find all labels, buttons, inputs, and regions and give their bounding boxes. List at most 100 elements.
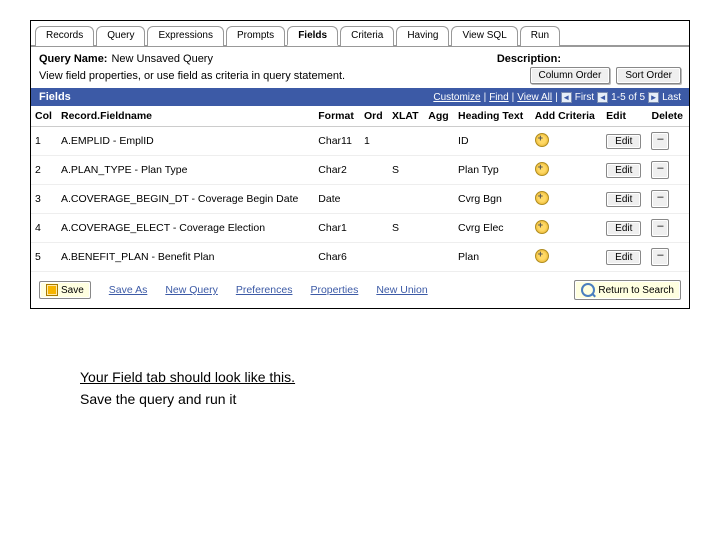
table-row: 3A.COVERAGE_BEGIN_DT - Coverage Begin Da… <box>31 185 689 214</box>
return-to-search-button[interactable]: Return to Search <box>574 280 681 300</box>
caption-line-1: Your Field tab should look like this. <box>80 369 295 385</box>
cell-xlat <box>388 243 424 272</box>
customize-link[interactable]: Customize <box>433 92 480 103</box>
cell-ord <box>360 243 388 272</box>
fields-section-header: Fields Customize | Find | View All | ◄ F… <box>31 88 689 106</box>
col-header-xlat: XLAT <box>388 106 424 127</box>
col-header-add-criteria: Add Criteria <box>531 106 602 127</box>
edit-button[interactable]: Edit <box>606 192 641 207</box>
tab-run[interactable]: Run <box>520 26 560 46</box>
table-row: 4A.COVERAGE_ELECT - Coverage ElectionCha… <box>31 214 689 243</box>
view-all-link[interactable]: View All <box>517 92 552 103</box>
col-header-heading: Heading Text <box>454 106 531 127</box>
nav-next-icon[interactable]: ► <box>648 92 659 103</box>
cell-format: Char6 <box>314 243 360 272</box>
find-link[interactable]: Find <box>489 92 508 103</box>
edit-button[interactable]: Edit <box>606 163 641 178</box>
delete-button[interactable]: – <box>651 248 669 266</box>
delete-button[interactable]: – <box>651 219 669 237</box>
tab-having[interactable]: Having <box>396 26 449 46</box>
tab-strip: RecordsQueryExpressionsPromptsFieldsCrit… <box>31 25 689 47</box>
save-as-link[interactable]: Save As <box>109 284 148 296</box>
save-button[interactable]: Save <box>39 281 91 299</box>
table-row: 1A.EMPLID - EmplIDChar111IDEdit– <box>31 127 689 156</box>
col-header-col: Col <box>31 106 57 127</box>
tab-expressions[interactable]: Expressions <box>147 26 223 46</box>
grid-toolbar: Customize | Find | View All | ◄ First ◄ … <box>433 92 681 103</box>
cell-fieldname: A.EMPLID - EmplID <box>57 127 314 156</box>
delete-button[interactable]: – <box>651 132 669 150</box>
cell-fieldname: A.COVERAGE_BEGIN_DT - Coverage Begin Dat… <box>57 185 314 214</box>
add-criteria-icon[interactable] <box>535 162 549 176</box>
cell-format: Char11 <box>314 127 360 156</box>
description-label: Description: <box>497 53 561 65</box>
tab-query[interactable]: Query <box>96 26 145 46</box>
cell-agg <box>424 243 454 272</box>
nav-prev-icon[interactable]: ◄ <box>597 92 608 103</box>
add-criteria-icon[interactable] <box>535 220 549 234</box>
cell-ord <box>360 156 388 185</box>
grid-header-row: Col Record.Fieldname Format Ord XLAT Agg… <box>31 106 689 127</box>
tab-criteria[interactable]: Criteria <box>340 26 394 46</box>
edit-button[interactable]: Edit <box>606 221 641 236</box>
delete-button[interactable]: – <box>651 161 669 179</box>
edit-button[interactable]: Edit <box>606 250 641 265</box>
new-query-link[interactable]: New Query <box>165 284 218 296</box>
nav-first-label[interactable]: First <box>575 92 594 103</box>
preferences-link[interactable]: Preferences <box>236 284 293 296</box>
instruction-text: View field properties, or use field as c… <box>31 68 522 88</box>
save-label: Save <box>61 285 84 296</box>
cell-xlat <box>388 127 424 156</box>
cell-format: Char2 <box>314 156 360 185</box>
cell-heading: Cvrg Elec <box>454 214 531 243</box>
table-row: 2A.PLAN_TYPE - Plan TypeChar2SPlan TypEd… <box>31 156 689 185</box>
col-header-fieldname: Record.Fieldname <box>57 106 314 127</box>
footer-row: Save Save As New Query Preferences Prope… <box>31 272 689 308</box>
col-header-delete: Delete <box>647 106 689 127</box>
cell-format: Char1 <box>314 214 360 243</box>
cell-col: 1 <box>31 127 57 156</box>
nav-last-label[interactable]: Last <box>662 92 681 103</box>
sort-order-button[interactable]: Sort Order <box>616 67 681 84</box>
add-criteria-icon[interactable] <box>535 191 549 205</box>
new-union-link[interactable]: New Union <box>376 284 427 296</box>
cell-heading: ID <box>454 127 531 156</box>
tab-view-sql[interactable]: View SQL <box>451 26 517 46</box>
table-row: 5A.BENEFIT_PLAN - Benefit PlanChar6 Plan E… <box>31 243 689 272</box>
cell-col: 2 <box>31 156 57 185</box>
properties-link[interactable]: Properties <box>310 284 358 296</box>
add-criteria-icon[interactable] <box>535 133 549 147</box>
cell-heading: Plan <box>454 243 531 272</box>
cell-fieldname: A.COVERAGE_ELECT - Coverage Election <box>57 214 314 243</box>
tab-records[interactable]: Records <box>35 26 94 46</box>
cell-format: Date <box>314 185 360 214</box>
add-criteria-icon[interactable] <box>535 249 549 263</box>
fields-grid: Col Record.Fieldname Format Ord XLAT Agg… <box>31 106 689 272</box>
cell-xlat: S <box>388 156 424 185</box>
cell-fieldname: A.BENEFIT_PLAN - Benefit Plan <box>57 243 314 272</box>
cell-col: 5 <box>31 243 57 272</box>
cell-agg <box>424 156 454 185</box>
cell-agg <box>424 185 454 214</box>
return-label: Return to Search <box>598 285 674 296</box>
tab-prompts[interactable]: Prompts <box>226 26 285 46</box>
cell-ord: 1 <box>360 127 388 156</box>
delete-button[interactable]: – <box>651 190 669 208</box>
cell-xlat: S <box>388 214 424 243</box>
cell-col: 4 <box>31 214 57 243</box>
cell-agg <box>424 127 454 156</box>
column-order-button[interactable]: Column Order <box>530 67 611 84</box>
nav-first-icon[interactable]: ◄ <box>561 92 572 103</box>
cell-heading: Plan Typ <box>454 156 531 185</box>
save-icon <box>46 284 58 296</box>
cell-ord <box>360 185 388 214</box>
cell-ord <box>360 214 388 243</box>
section-title: Fields <box>39 91 71 103</box>
cell-col: 3 <box>31 185 57 214</box>
cell-heading: Cvrg Bgn <box>454 185 531 214</box>
tab-fields[interactable]: Fields <box>287 26 338 46</box>
edit-button[interactable]: Edit <box>606 134 641 149</box>
col-header-edit: Edit <box>602 106 647 127</box>
app-window: RecordsQueryExpressionsPromptsFieldsCrit… <box>30 20 690 309</box>
search-icon <box>581 283 595 297</box>
